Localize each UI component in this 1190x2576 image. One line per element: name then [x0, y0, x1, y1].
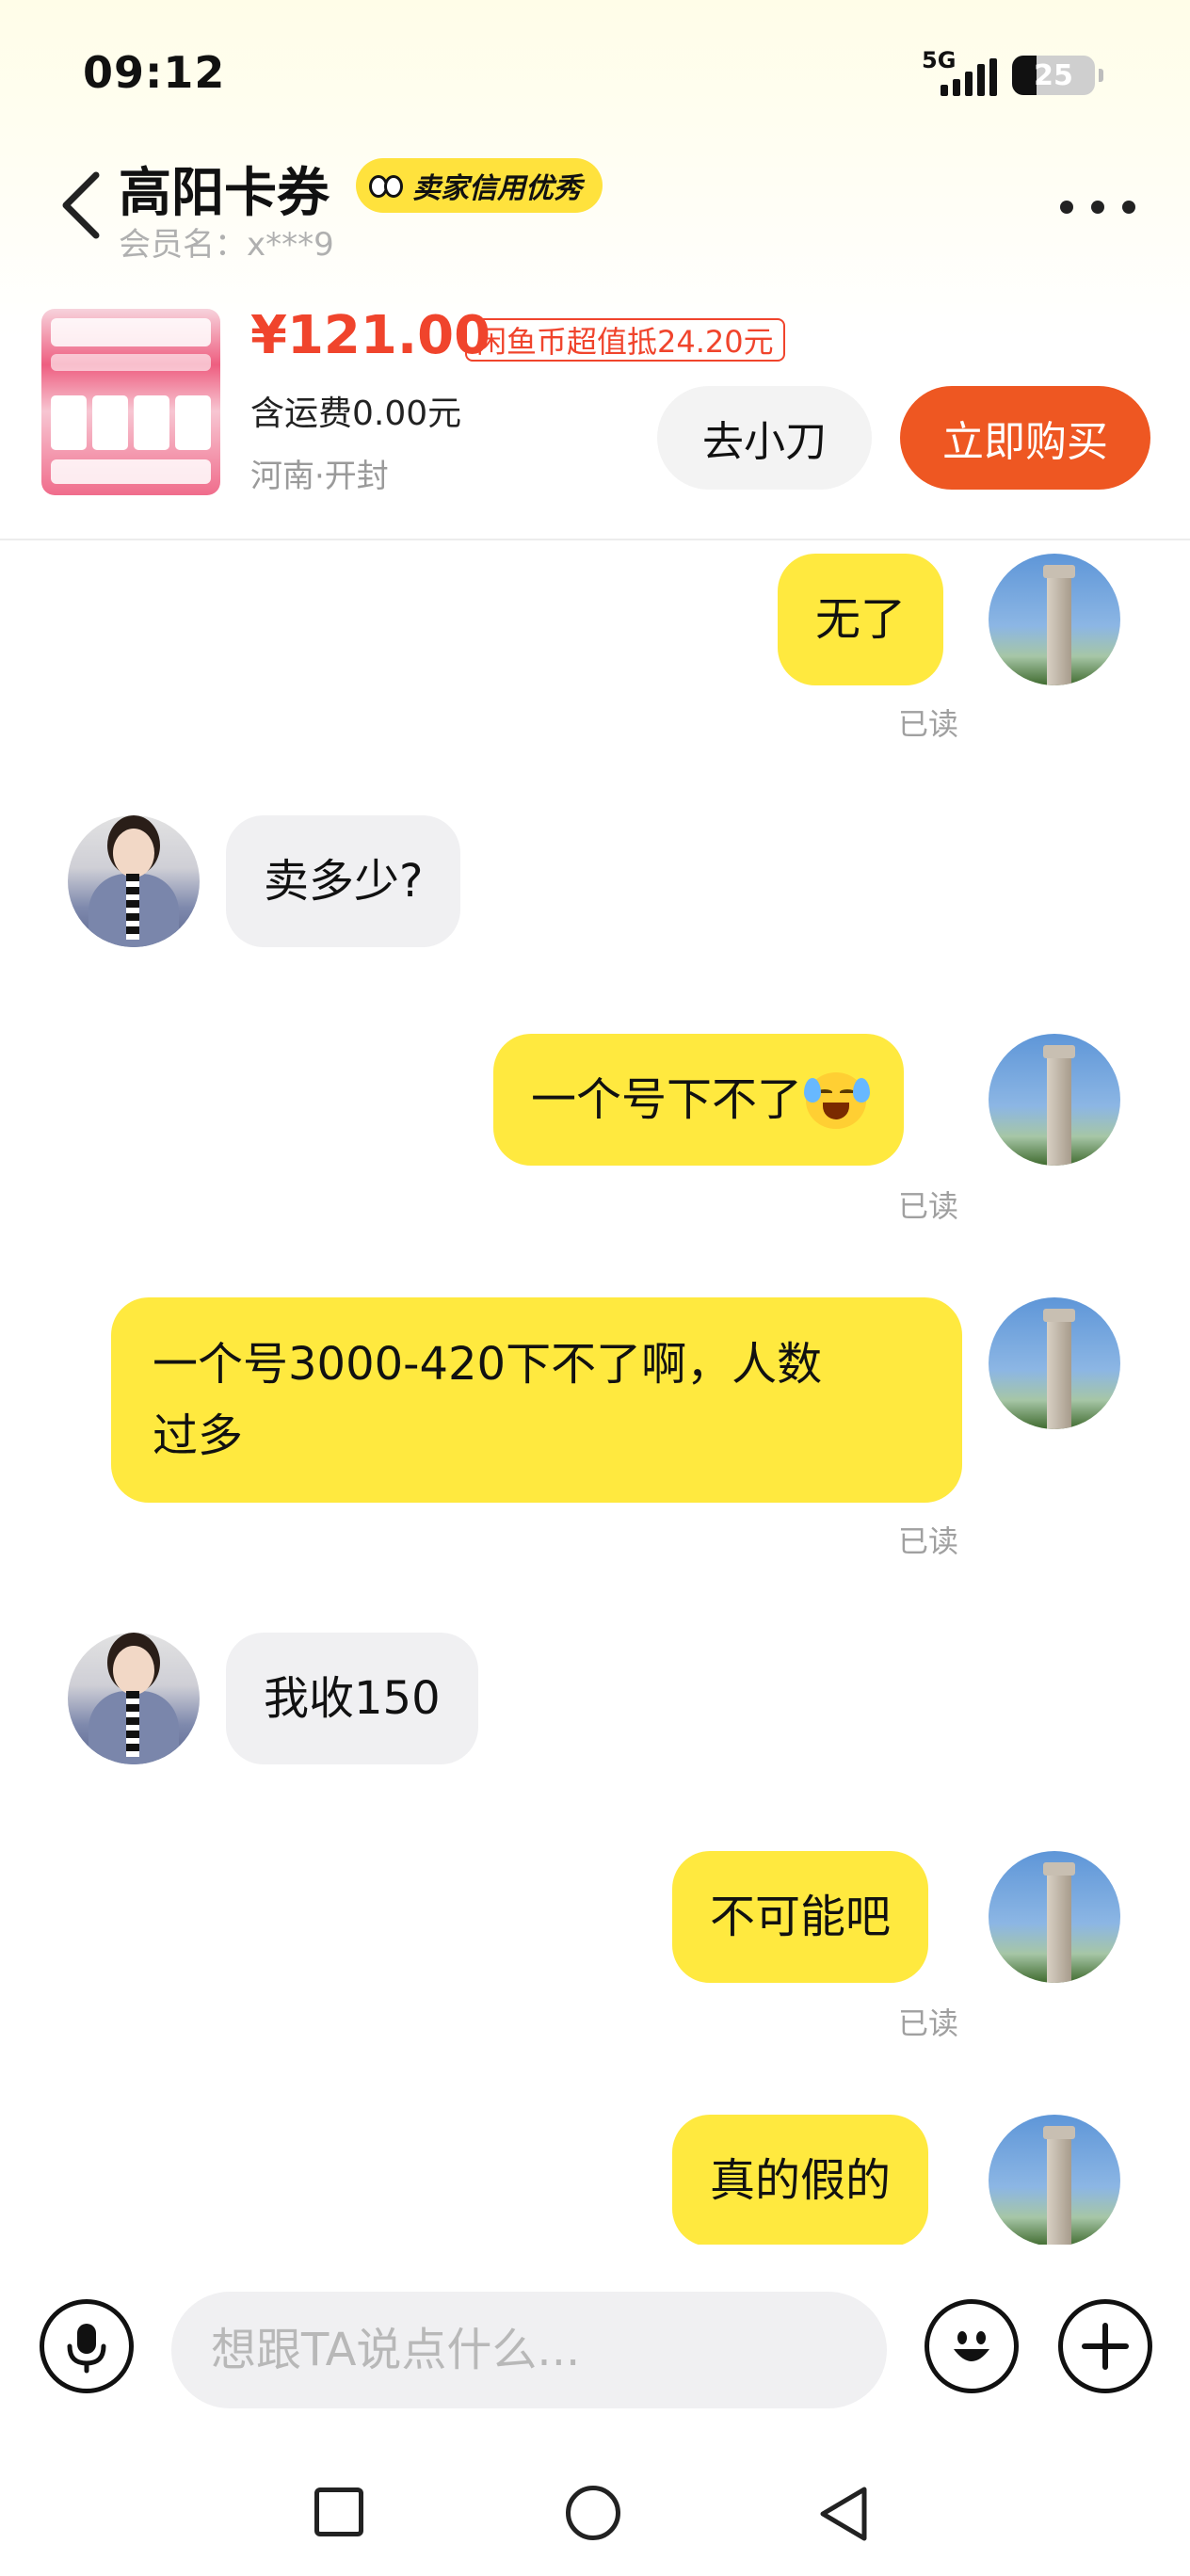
product-price: ¥121.00	[250, 305, 491, 366]
coin-discount-tag: 闲鱼币超值抵24.20元	[465, 318, 785, 362]
system-navigation-bar	[0, 2448, 1190, 2576]
chat-screen: 09:12 5G 25 高阳卡券 卖家信用优秀 会员名：x***9 ¥121.0…	[0, 0, 1190, 2576]
other-avatar[interactable]	[68, 1633, 200, 1764]
message-bubble-sent[interactable]: 不可能吧	[672, 1851, 929, 1983]
input-bar	[0, 2260, 1190, 2429]
shipping-fee: 含运费0.00元	[250, 394, 462, 433]
back-chevron-icon[interactable]	[55, 168, 107, 243]
signal-icon: 5G	[922, 47, 999, 100]
my-avatar[interactable]	[989, 554, 1120, 685]
message-bubble-sent[interactable]: 真的假的	[672, 2115, 929, 2245]
message-bubble-sent[interactable]: 一个号3000-420下不了啊，人数 过多	[111, 1297, 962, 1503]
home-icon[interactable]	[566, 2486, 620, 2540]
battery-level: 25	[1034, 58, 1073, 92]
nav-back-icon[interactable]	[815, 2484, 872, 2544]
recent-apps-icon[interactable]	[314, 2487, 363, 2536]
message-text-line: 过多	[153, 1409, 244, 1462]
message-bubble-received[interactable]: 卖多少?	[226, 815, 461, 947]
battery-icon: 25	[1012, 56, 1095, 95]
seller-credit-badge[interactable]: 卖家信用优秀	[356, 158, 603, 213]
my-avatar[interactable]	[989, 1034, 1120, 1166]
message-input[interactable]	[171, 2292, 887, 2408]
read-status: 已读	[898, 2005, 959, 2041]
product-thumbnail[interactable]	[41, 309, 220, 495]
status-time: 09:12	[83, 47, 226, 98]
seller-badge-label: 卖家信用优秀	[412, 172, 582, 205]
bargain-button[interactable]: 去小刀	[657, 386, 872, 490]
message-bubble-sent[interactable]: 无了	[778, 554, 944, 685]
other-avatar[interactable]	[68, 815, 200, 947]
message-list[interactable]: 无了 已读 卖多少? 一个号下不了 已读 一个号3000-420下不了啊，人数 …	[0, 540, 1190, 2245]
read-status: 已读	[898, 1188, 959, 1224]
message-bubble-sent[interactable]: 一个号下不了	[493, 1034, 905, 1166]
more-dots-icon[interactable]	[1060, 188, 1135, 226]
status-icons: 5G 25	[922, 47, 1103, 102]
my-avatar[interactable]	[989, 2115, 1120, 2245]
chat-header: 高阳卡券 卖家信用优秀 会员名：x***9	[0, 141, 1190, 273]
plus-icon[interactable]	[1058, 2299, 1152, 2393]
status-bar: 09:12 5G 25	[0, 0, 1190, 141]
microphone-icon[interactable]	[40, 2299, 134, 2393]
crying-laughing-emoji-icon	[804, 1069, 871, 1131]
product-card[interactable]: ¥121.00 闲鱼币超值抵24.20元 含运费0.00元 河南·开封 去小刀 …	[0, 292, 1190, 537]
my-avatar[interactable]	[989, 1851, 1120, 1983]
member-name: 会员名：x***9	[119, 226, 334, 264]
fish-eyes-icon	[369, 168, 405, 203]
product-location: 河南·开封	[250, 458, 389, 495]
message-text: 一个号下不了	[531, 1073, 803, 1126]
read-status: 已读	[898, 706, 959, 742]
buy-now-button[interactable]: 立即购买	[900, 386, 1150, 490]
page-title[interactable]: 高阳卡券	[119, 151, 330, 227]
my-avatar[interactable]	[989, 1297, 1120, 1429]
read-status: 已读	[898, 1523, 959, 1559]
message-text-line: 一个号3000-420下不了啊，人数	[153, 1338, 823, 1391]
message-bubble-received[interactable]: 我收150	[226, 1633, 478, 1764]
smiley-icon[interactable]	[925, 2299, 1019, 2393]
